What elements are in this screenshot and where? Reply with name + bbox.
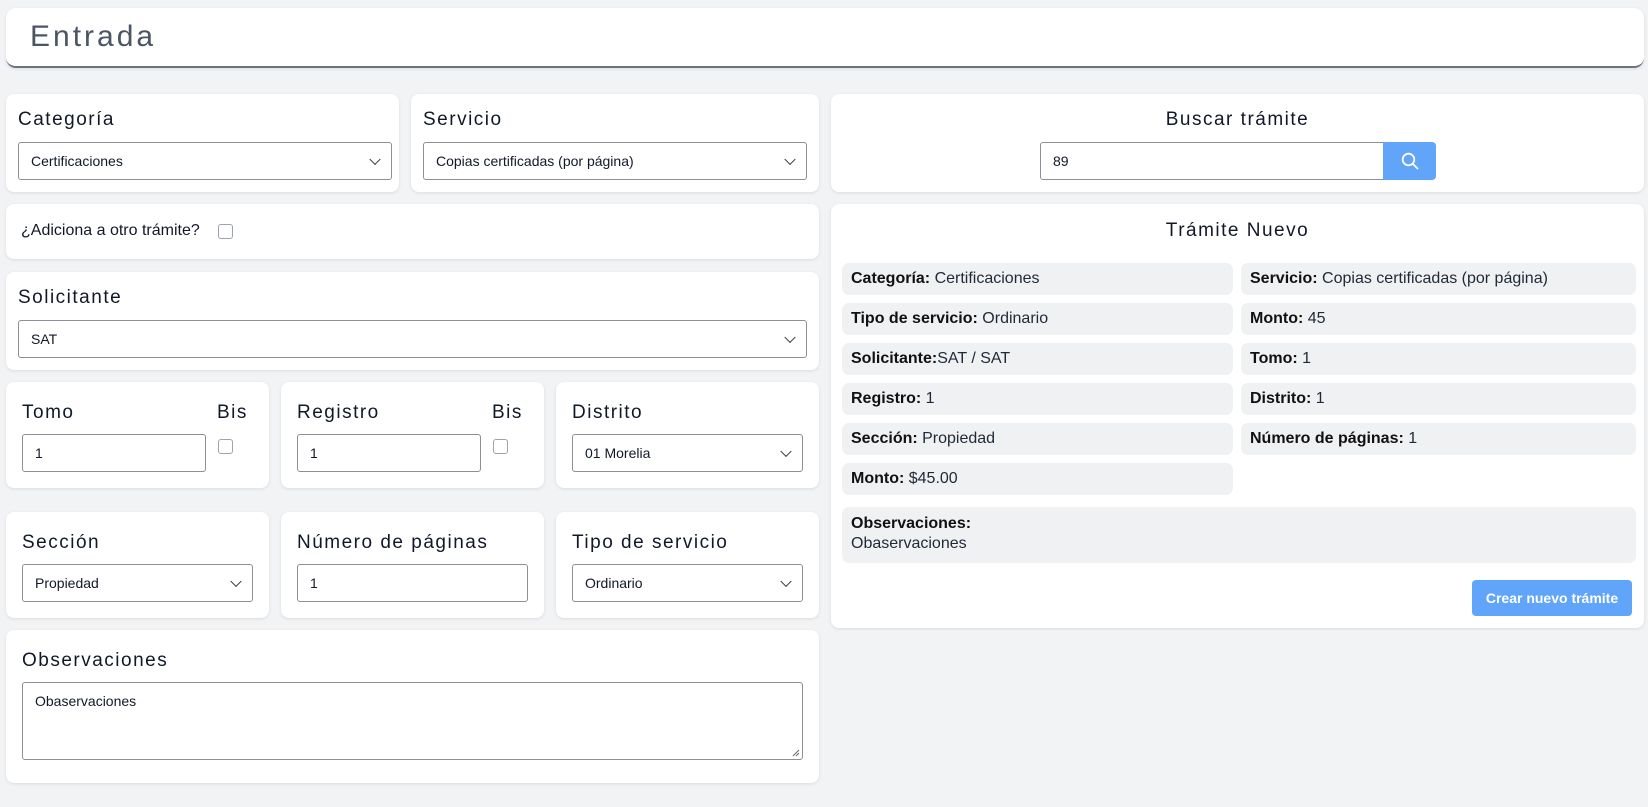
info-observaciones-key: Observaciones:	[851, 515, 972, 532]
chevron-down-icon	[784, 331, 796, 344]
resize-grip-icon[interactable]	[792, 749, 800, 757]
distrito-select[interactable]: 01 Morelia	[572, 434, 803, 472]
info-tipo-servicio: Tipo de servicio: Ordinario	[842, 303, 1233, 335]
info-monto-total: Monto: $45.00	[842, 463, 1233, 495]
adiciona-label: ¿Adiciona a otro trámite?	[21, 222, 200, 239]
tomo-bis-checkbox[interactable]	[218, 439, 233, 454]
info-monto: Monto: 45	[1241, 303, 1636, 335]
chevron-down-icon	[230, 575, 242, 588]
buscar-card: Buscar trámite 89	[831, 94, 1644, 192]
categoria-value: Certificaciones	[31, 153, 123, 169]
solicitante-select[interactable]: SAT	[18, 320, 807, 358]
solicitante-card: Solicitante SAT	[6, 272, 819, 370]
info-categoria: Categoría: Certificaciones	[842, 263, 1233, 295]
observaciones-value: Obaservaciones	[35, 693, 137, 709]
categoria-label: Categoría	[18, 109, 115, 130]
adiciona-card: ¿Adiciona a otro trámite?	[6, 204, 819, 259]
chevron-down-icon	[784, 153, 796, 166]
solicitante-value: SAT	[31, 331, 58, 347]
search-button[interactable]	[1383, 142, 1436, 180]
chevron-down-icon	[780, 445, 792, 458]
info-solicitante: Solicitante:SAT / SAT	[842, 343, 1233, 375]
categoria-select[interactable]: Certificaciones	[18, 142, 392, 180]
paginas-label: Número de páginas	[297, 532, 489, 553]
servicio-value: Copias certificadas (por página)	[436, 153, 634, 169]
tipo-servicio-select[interactable]: Ordinario	[572, 564, 803, 602]
registro-label: Registro	[297, 402, 380, 423]
registro-value: 1	[310, 445, 318, 461]
observaciones-card: Observaciones Obaservaciones	[6, 630, 819, 783]
search-icon	[1401, 152, 1418, 170]
tramite-nuevo-card: Trámite Nuevo Categoría: Certificaciones…	[831, 204, 1644, 628]
registro-bis-checkbox[interactable]	[493, 439, 508, 454]
servicio-label: Servicio	[423, 109, 503, 130]
tomo-label: Tomo	[22, 402, 75, 423]
info-distrito: Distrito: 1	[1241, 383, 1636, 415]
paginas-value: 1	[310, 575, 318, 591]
solicitante-label: Solicitante	[18, 287, 123, 308]
tipo-servicio-value: Ordinario	[585, 575, 643, 591]
distrito-card: Distrito 01 Morelia	[556, 382, 819, 488]
tipo-servicio-label: Tipo de servicio	[572, 532, 729, 553]
servicio-select[interactable]: Copias certificadas (por página)	[423, 142, 807, 180]
distrito-label: Distrito	[572, 402, 644, 423]
tomo-value: 1	[35, 445, 43, 461]
tomo-bis-label: Bis	[217, 402, 248, 423]
servicio-card: Servicio Copias certificadas (por página…	[411, 94, 819, 192]
seccion-label: Sección	[22, 532, 101, 553]
observaciones-label: Observaciones	[22, 650, 169, 671]
page-title: Entrada	[30, 20, 157, 53]
chevron-down-icon	[369, 153, 381, 166]
info-observaciones-value: Obaservaciones	[851, 535, 967, 552]
page-header: Entrada	[6, 8, 1644, 68]
buscar-value: 89	[1053, 153, 1069, 169]
tipo-servicio-card: Tipo de servicio Ordinario	[556, 512, 819, 618]
tomo-card: Tomo Bis 1	[6, 382, 269, 488]
info-seccion: Sección: Propiedad	[842, 423, 1233, 455]
paginas-card: Número de páginas 1	[281, 512, 544, 618]
seccion-value: Propiedad	[35, 575, 99, 591]
adiciona-checkbox[interactable]	[218, 224, 233, 239]
tomo-input[interactable]: 1	[22, 434, 206, 472]
info-servicio: Servicio: Copias certificadas (por págin…	[1241, 263, 1636, 295]
tramite-nuevo-title: Trámite Nuevo	[1165, 220, 1310, 241]
info-registro: Registro: 1	[842, 383, 1233, 415]
seccion-card: Sección Propiedad	[6, 512, 269, 618]
distrito-value: 01 Morelia	[585, 445, 651, 461]
categoria-card: Categoría Certificaciones	[6, 94, 399, 192]
observaciones-textarea[interactable]: Obaservaciones	[22, 682, 803, 760]
buscar-input[interactable]: 89	[1040, 142, 1384, 180]
buscar-label: Buscar trámite	[1165, 109, 1310, 130]
registro-input[interactable]: 1	[297, 434, 481, 472]
crear-tramite-button[interactable]: Crear nuevo trámite	[1472, 580, 1632, 616]
seccion-select[interactable]: Propiedad	[22, 564, 253, 602]
paginas-input[interactable]: 1	[297, 564, 528, 602]
info-numero-paginas: Número de páginas: 1	[1241, 423, 1636, 455]
registro-card: Registro Bis 1	[281, 382, 544, 488]
info-observaciones: Observaciones: Obaservaciones	[842, 507, 1636, 563]
info-tomo: Tomo: 1	[1241, 343, 1636, 375]
chevron-down-icon	[780, 575, 792, 588]
registro-bis-label: Bis	[492, 402, 523, 423]
